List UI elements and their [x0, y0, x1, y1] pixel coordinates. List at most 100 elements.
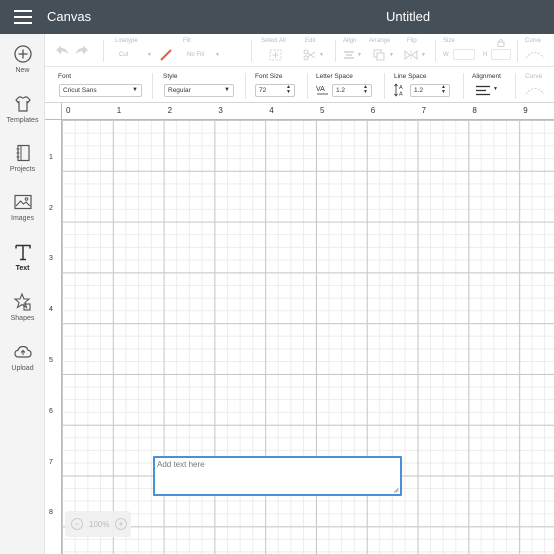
lock-icon[interactable]	[497, 38, 505, 47]
font-value: Cricut Sans	[63, 87, 97, 94]
app-title: Canvas	[47, 9, 92, 24]
line-space-stepper[interactable]: 1.2 ▲ ▼	[410, 84, 450, 97]
svg-text:A: A	[399, 92, 403, 98]
ruler-number: 8	[472, 106, 477, 115]
sidebar-item-label: Projects	[9, 166, 36, 173]
undo-redo-group	[55, 38, 89, 64]
letter-space-value: 1.2	[336, 87, 346, 94]
curve-control-top[interactable]: Curve	[523, 38, 551, 64]
sidebar-item-upload[interactable]: Upload	[0, 342, 45, 372]
size-width-input[interactable]	[453, 49, 475, 60]
chevron-down-icon: ▼	[215, 52, 220, 58]
align-control[interactable]: Align ▼	[341, 38, 365, 64]
cloud-upload-icon	[13, 342, 33, 362]
chevron-down-icon: ▼	[389, 52, 394, 58]
line-space-icon: AA	[394, 83, 403, 98]
font-size-label: Font Size	[255, 73, 283, 80]
ruler-number: 7	[49, 458, 53, 466]
arrange-icon	[373, 49, 385, 61]
sidebar-item-shapes[interactable]: Shapes	[0, 292, 45, 322]
chevron-down-icon: ▼	[147, 52, 152, 58]
top-bar: Canvas Untitled	[0, 0, 554, 34]
toolbar-divider	[152, 73, 153, 99]
edit-control[interactable]: Edit ▼	[301, 38, 327, 64]
sidebar-item-images[interactable]: Images	[0, 192, 45, 222]
text-input-placeholder: Add text here	[157, 460, 205, 469]
stepper-arrows-icon[interactable]: ▲ ▼	[441, 85, 446, 95]
ruler-number: 3	[49, 255, 53, 263]
sidebar-item-templates[interactable]: Templates	[0, 94, 45, 124]
sidebar-item-projects[interactable]: Projects	[0, 143, 45, 173]
toolbar-divider	[463, 73, 464, 99]
chevron-down-icon: ▼	[319, 52, 324, 58]
ruler-number: 1	[49, 153, 53, 161]
font-size-stepper[interactable]: 72 ▲ ▼	[255, 84, 295, 97]
letter-space-icon: VA	[316, 86, 328, 95]
undo-icon[interactable]	[55, 44, 69, 56]
ruler-number: 2	[167, 106, 173, 115]
flip-icon	[404, 49, 418, 61]
svg-text:A: A	[399, 85, 403, 91]
ruler-number: 1	[116, 106, 122, 115]
sidebar-item-text[interactable]: Text	[0, 242, 45, 272]
style-select[interactable]: Regular ▼	[164, 84, 234, 97]
tshirt-icon	[13, 94, 33, 114]
ruler-number: 4	[269, 106, 274, 115]
size-height-label: H	[483, 52, 488, 58]
sidebar-item-label: Text	[15, 265, 30, 272]
ruler-number: 3	[218, 106, 223, 115]
flip-control[interactable]: Flip ▼	[403, 38, 429, 64]
redo-icon[interactable]	[75, 44, 89, 56]
alignment-select[interactable]: ▼	[475, 84, 499, 97]
chevron-down-icon: ▼	[421, 52, 426, 58]
sidebar-item-label: Templates	[6, 117, 39, 124]
fill-label: Fill	[183, 38, 191, 44]
curve-icon[interactable]	[525, 85, 545, 95]
chevron-down-icon: ▼	[132, 87, 138, 93]
align-left-icon	[476, 85, 490, 96]
toolbar-divider	[103, 40, 104, 62]
stepper-arrows-icon[interactable]: ▲ ▼	[286, 85, 291, 95]
arrange-control[interactable]: Arrange ▼	[369, 38, 397, 64]
image-icon	[13, 192, 33, 212]
ruler-horizontal: 0 1 2 3 4 5 6 7 8 9	[62, 103, 554, 120]
chevron-down-icon: ▼	[493, 86, 498, 92]
text-input-box[interactable]: Add text here	[153, 456, 402, 496]
text-t-icon	[13, 242, 33, 262]
fill-value: No Fill	[187, 52, 205, 58]
zoom-level: 100%	[89, 520, 110, 529]
zoom-control: − 100% +	[65, 511, 131, 537]
select-all-control[interactable]: Select All	[261, 38, 293, 64]
scissors-icon	[303, 49, 316, 61]
ruler-number: 2	[49, 204, 53, 212]
ruler-corner	[45, 103, 62, 120]
toolbar-divider	[245, 73, 246, 99]
menu-icon[interactable]	[14, 10, 32, 24]
curve-label: Curve	[525, 38, 542, 44]
font-size-value: 72	[259, 87, 267, 94]
resize-grip-icon[interactable]	[393, 487, 399, 493]
ruler-number: 7	[421, 106, 427, 115]
ruler-vertical: 123456789	[45, 120, 62, 554]
linetype-control[interactable]: Linetype Cut ▼	[113, 38, 155, 64]
sidebar-item-new[interactable]: New	[0, 44, 45, 74]
chevron-down-icon: ▼	[357, 52, 362, 58]
ruler-number: 6	[49, 407, 53, 415]
document-title[interactable]: Untitled	[386, 9, 430, 24]
style-label: Style	[163, 73, 178, 80]
stepper-arrows-icon[interactable]: ▲ ▼	[363, 85, 368, 95]
size-height-input[interactable]	[491, 49, 511, 60]
font-select[interactable]: Cricut Sans ▼	[59, 84, 142, 97]
ruler-number: 5	[320, 106, 325, 115]
ruler-number: 6	[370, 106, 376, 115]
toolbar-divider	[335, 40, 336, 62]
sidebar-item-label: Images	[11, 215, 34, 222]
toolbar-divider	[384, 73, 385, 99]
zoom-in-button[interactable]: +	[115, 518, 127, 530]
zoom-out-button[interactable]: −	[71, 518, 83, 530]
letter-space-stepper[interactable]: 1.2 ▲ ▼	[332, 84, 372, 97]
fill-control[interactable]: Fill No Fill ▼	[159, 38, 221, 64]
select-all-label: Select All	[261, 38, 286, 44]
sidebar-item-label: Upload	[11, 365, 34, 372]
select-all-icon	[269, 49, 282, 61]
